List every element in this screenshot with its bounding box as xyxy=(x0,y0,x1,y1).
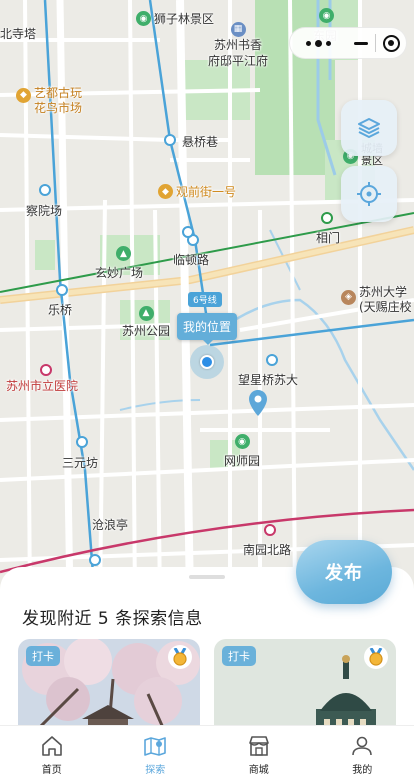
tab-label: 商城 xyxy=(248,765,269,776)
layers-icon xyxy=(358,118,380,138)
road-label-xuanmiao: 玄妙广场 xyxy=(95,266,144,280)
tab-explore[interactable]: 探索 xyxy=(104,726,208,780)
poi-bookstore[interactable]: ▦ 苏州书香 府邸平江府 xyxy=(208,22,268,69)
poi-wangshi[interactable]: ◉ 网师园 xyxy=(224,434,260,469)
road-label-chayuan: 察院场 xyxy=(26,204,63,218)
tab-home[interactable]: 首页 xyxy=(0,726,104,780)
tab-label: 首页 xyxy=(41,765,62,776)
poi-dongyuan[interactable]: ◉ xyxy=(319,8,334,23)
building-icon: ▦ xyxy=(230,22,246,37)
more-dots-icon[interactable] xyxy=(290,28,348,58)
school-icon: ◈ xyxy=(341,290,356,305)
shopping-bag-icon: ◆ xyxy=(16,88,31,103)
poi-art-market[interactable]: ◆ 艺都古玩 花鸟市场 xyxy=(16,86,82,116)
poi-xuanmiao-tree[interactable]: ▲ xyxy=(116,246,131,261)
home-icon xyxy=(41,736,62,756)
road-label-xiangmen: 相门 xyxy=(316,231,341,245)
destination-pin-icon[interactable] xyxy=(249,390,267,416)
panel-heading: 发现附近 5 条探索信息 xyxy=(22,609,203,629)
my-location-dot[interactable] xyxy=(200,355,214,369)
poi-lindun-station-marker xyxy=(182,226,194,238)
metro-station-icon xyxy=(182,226,194,238)
poi-university[interactable]: ◈ 苏州大学 (天赐庄校 xyxy=(341,285,412,315)
map-view[interactable]: 北寺塔 东园 悬桥巷 察院场 相门 临顿路 玄妙广场 乐桥 望星桥苏大 三元坊 … xyxy=(0,0,414,600)
poi-hospital[interactable]: 苏州市立医院 xyxy=(6,377,78,394)
tab-shop[interactable]: 商城 xyxy=(207,726,311,780)
road-label-leqiao: 乐桥 xyxy=(48,303,73,317)
user-icon xyxy=(352,736,373,756)
poi-shizilin[interactable]: ◉ 狮子林景区 xyxy=(136,10,214,27)
panel-drag-handle[interactable] xyxy=(189,575,225,579)
explore-card-2[interactable]: 打卡 xyxy=(214,639,396,727)
locate-button[interactable] xyxy=(341,166,397,222)
tab-label: 我的 xyxy=(352,765,373,776)
tree-icon: ▲ xyxy=(116,246,131,261)
road-label-nanyuan: 南园北路 xyxy=(243,543,292,557)
miniprogram-capsule xyxy=(289,27,407,59)
camera-icon: ◉ xyxy=(319,8,334,23)
explore-card-1[interactable]: 打卡 xyxy=(18,639,200,727)
shopping-bag-icon: ◆ xyxy=(158,184,173,199)
map-explore-icon xyxy=(144,737,167,756)
minimize-icon[interactable] xyxy=(348,28,376,58)
layers-button[interactable] xyxy=(341,100,397,156)
road-label-beisi: 北寺塔 xyxy=(0,27,37,41)
publish-button[interactable]: 发布 xyxy=(296,540,392,604)
camera-icon: ◉ xyxy=(234,434,250,449)
card-tag: 打卡 xyxy=(26,646,60,666)
medal-icon xyxy=(364,645,388,669)
road-label-sanyuanfang: 三元坊 xyxy=(62,456,99,470)
medal-icon xyxy=(168,645,192,669)
my-location-label: 我的位置 xyxy=(177,313,238,345)
road-label-canglang: 沧浪亭 xyxy=(92,518,129,532)
close-target-icon[interactable] xyxy=(376,28,406,58)
road-label-lindun: 临顿路 xyxy=(173,253,210,267)
road-label-xuanqiao: 悬桥巷 xyxy=(182,135,219,149)
card-tag: 打卡 xyxy=(222,646,256,666)
road-label-wangxingqiao: 望星桥苏大 xyxy=(238,373,299,387)
metro-line-tag: 6号线 xyxy=(188,292,222,307)
tab-me[interactable]: 我的 xyxy=(311,726,414,780)
poi-guanqian[interactable]: ◆ 观前街一号 xyxy=(158,183,236,200)
camera-icon: ◉ xyxy=(136,11,151,26)
tab-label: 探索 xyxy=(145,765,166,776)
locate-crosshair-icon xyxy=(357,182,381,206)
tree-icon: ▲ xyxy=(138,306,154,321)
poi-suzhou-park[interactable]: ▲ 苏州公园 xyxy=(122,306,170,339)
shop-icon xyxy=(248,736,269,756)
bottom-tab-bar: 首页 探索 商城 我的 xyxy=(0,725,414,780)
